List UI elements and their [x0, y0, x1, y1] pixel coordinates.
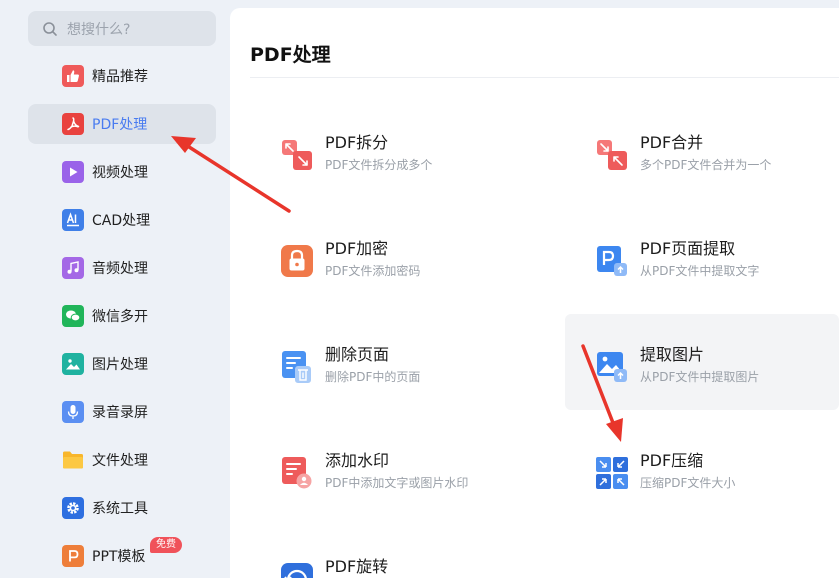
wechat-icon — [62, 305, 84, 327]
tool-desc: PDF文件添加密码 — [325, 264, 421, 278]
sidebar-item-label: 微信多开 — [92, 309, 148, 325]
tool-add-watermark[interactable]: 添加水印 PDF中添加文字或图片水印 — [264, 426, 534, 521]
folder-icon — [62, 449, 84, 471]
sidebar-item-featured[interactable]: 精品推荐 — [28, 56, 216, 96]
tool-name: PDF合并 — [640, 133, 704, 152]
tool-pdf-page-extract[interactable]: PDF页面提取 从PDF文件中提取文字 — [579, 214, 839, 309]
music-note-icon — [62, 257, 84, 279]
cad-icon — [62, 209, 84, 231]
gear-icon — [62, 497, 84, 519]
tool-name: PDF拆分 — [325, 133, 389, 152]
tool-pdf-encrypt[interactable]: PDF加密 PDF文件添加密码 — [264, 214, 534, 309]
pdf-merge-icon — [595, 138, 629, 172]
microphone-icon — [62, 401, 84, 423]
main-panel: PDF处理 PDF拆分 PDF文件拆分成多个 PDF合并 多个PDF文件合并为一… — [230, 8, 839, 578]
watermark-icon — [280, 456, 314, 490]
sidebar-item-cad[interactable]: CAD处理 — [28, 200, 216, 240]
tool-desc: 删除PDF中的页面 — [325, 370, 421, 384]
sidebar-item-label: 音频处理 — [92, 261, 148, 277]
sidebar-item-files[interactable]: 文件处理 — [28, 440, 216, 480]
pdf-split-icon — [280, 138, 314, 172]
tool-pdf-split[interactable]: PDF拆分 PDF文件拆分成多个 — [264, 108, 534, 203]
search-box[interactable]: 想搜什么? — [28, 11, 216, 46]
tool-pdf-compress[interactable]: PDF压缩 压缩PDF文件大小 — [579, 426, 839, 521]
rotate-icon — [280, 562, 314, 578]
sidebar-item-label: 文件处理 — [92, 453, 148, 469]
sidebar-item-label: CAD处理 — [92, 213, 151, 229]
image-icon — [62, 353, 84, 375]
sidebar-item-wechat[interactable]: 微信多开 — [28, 296, 216, 336]
ppt-icon — [62, 545, 84, 567]
sidebar-item-system-tools[interactable]: 系统工具 — [28, 488, 216, 528]
sidebar-item-label: 精品推荐 — [92, 69, 148, 85]
sidebar-item-label: 录音录屏 — [92, 405, 148, 421]
sidebar-item-label: PPT模板 — [92, 549, 146, 565]
sidebar-item-label: 系统工具 — [92, 501, 148, 517]
sidebar-item-recording[interactable]: 录音录屏 — [28, 392, 216, 432]
sidebar-item-audio[interactable]: 音频处理 — [28, 248, 216, 288]
tool-delete-page[interactable]: 删除页面 删除PDF中的页面 — [264, 320, 534, 415]
sidebar-item-label: 视频处理 — [92, 165, 148, 181]
tool-name: 提取图片 — [640, 345, 705, 364]
sidebar-item-video[interactable]: 视频处理 — [28, 152, 216, 192]
tool-name: PDF加密 — [325, 239, 389, 258]
sidebar: 想搜什么? 精品推荐 PDF处理 视频处理 CAD处理 音频处理 微信多开 图片… — [0, 0, 230, 578]
free-badge: 免费 — [150, 537, 182, 553]
compress-icon — [595, 456, 629, 490]
tool-desc: 从PDF文件中提取图片 — [640, 370, 760, 384]
title-divider — [250, 77, 839, 78]
tool-desc: PDF文件拆分成多个 — [325, 158, 433, 172]
tool-desc: PDF中添加文字或图片水印 — [325, 476, 469, 490]
tool-name: 添加水印 — [325, 451, 390, 470]
tool-pdf-rotate[interactable]: PDF旋转 — [264, 532, 534, 578]
sidebar-item-image[interactable]: 图片处理 — [28, 344, 216, 384]
tool-name: PDF压缩 — [640, 451, 704, 470]
search-placeholder: 想搜什么? — [67, 21, 131, 38]
pdf-icon — [62, 113, 84, 135]
sidebar-item-label: PDF处理 — [92, 117, 148, 133]
delete-page-icon — [280, 350, 314, 384]
tool-desc: 压缩PDF文件大小 — [640, 476, 736, 490]
lock-icon — [280, 244, 314, 278]
tool-name: PDF旋转 — [325, 557, 389, 576]
tool-name: PDF页面提取 — [640, 239, 736, 258]
sidebar-item-pdf[interactable]: PDF处理 — [28, 104, 216, 144]
tool-name: 删除页面 — [325, 345, 390, 364]
tool-desc: 多个PDF文件合并为一个 — [640, 158, 772, 172]
thumbs-up-icon — [62, 65, 84, 87]
search-icon — [43, 21, 57, 36]
tool-extract-image[interactable]: 提取图片 从PDF文件中提取图片 — [565, 314, 839, 410]
sidebar-item-ppt[interactable]: PPT模板 免费 — [28, 536, 216, 576]
video-play-icon — [62, 161, 84, 183]
tool-desc: 从PDF文件中提取文字 — [640, 264, 760, 278]
sidebar-item-label: 图片处理 — [92, 357, 148, 373]
tool-pdf-merge[interactable]: PDF合并 多个PDF文件合并为一个 — [579, 108, 839, 203]
extract-image-icon — [595, 350, 629, 384]
page-title: PDF处理 — [250, 44, 331, 66]
page-extract-icon — [595, 244, 629, 278]
